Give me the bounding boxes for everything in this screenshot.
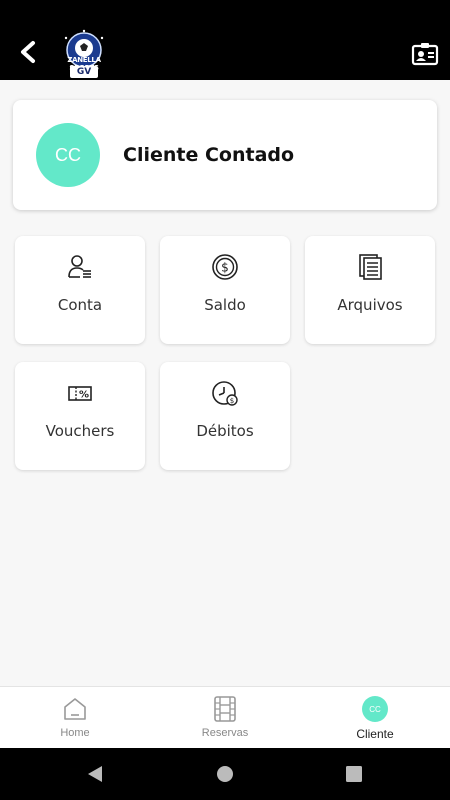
menu-tile-arquivos[interactable]: Arquivos [305,236,435,344]
customer-name: Cliente Contado [123,144,295,166]
nav-label-home: Home [60,727,90,739]
id-card-icon [411,43,439,66]
bottom-navigation: Home Reservas CC Cliente [0,686,450,748]
menu-tile-label: Débitos [196,422,254,440]
customer-avatar: CC [36,123,100,187]
chevron-left-icon [21,41,35,63]
avatar: CC [362,696,388,722]
menu-tile-label: Vouchers [45,422,115,440]
menu-tile-label: Arquivos [337,296,403,314]
logo-badge: GV [70,66,98,78]
voucher-percent-icon: % [65,378,95,408]
user-list-icon [65,252,95,282]
film-calendar-icon [212,695,238,723]
triangle-back-icon [88,766,102,782]
dollar-coin-icon: $ [210,252,240,282]
top-app-bar: ZANELLA SPORTS GV [0,0,450,80]
nav-label-cliente: Cliente [356,727,394,741]
svg-text:%: % [79,390,89,401]
circle-home-icon [217,766,233,782]
back-button[interactable] [14,38,42,66]
customer-card: CC Cliente Contado [13,100,437,210]
svg-text:$: $ [221,261,229,275]
menu-tile-vouchers[interactable]: % Vouchers [15,362,145,470]
system-back-button[interactable] [83,762,107,786]
nav-avatar-wrapper: CC [362,695,388,723]
nav-item-cliente[interactable]: CC Cliente [300,687,450,749]
system-navigation-bar [0,748,450,800]
home-icon [62,695,88,723]
menu-tile-label: Saldo [204,296,246,314]
menu-tile-debitos[interactable]: $ Débitos [160,362,290,470]
system-recents-button[interactable] [342,762,366,786]
svg-text:$: $ [230,397,234,405]
profile-card-button[interactable] [410,40,440,68]
system-home-button[interactable] [213,762,237,786]
menu-tile-saldo[interactable]: $ Saldo [160,236,290,344]
documents-icon [355,252,385,282]
square-recents-icon [346,766,362,782]
menu-tile-conta[interactable]: Conta [15,236,145,344]
nav-label-reservas: Reservas [201,727,249,739]
nav-item-home[interactable]: Home [0,687,150,749]
clock-debit-icon: $ [210,378,240,408]
nav-item-reservas[interactable]: Reservas [150,687,300,749]
menu-tile-label: Conta [57,296,103,314]
